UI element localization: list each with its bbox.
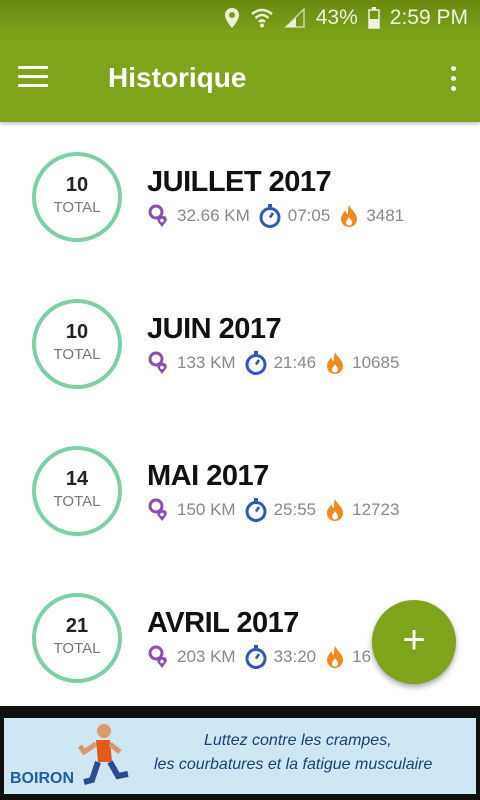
month-stats: 32.66 KM 07:05 3481	[147, 204, 412, 228]
add-icon: +	[402, 618, 426, 662]
battery-icon	[368, 7, 380, 29]
flame-icon	[324, 351, 352, 375]
month-title: AVRIL 2017	[147, 607, 299, 639]
distance-value: 32.66 KM	[177, 206, 250, 225]
duration-value: 07:05	[287, 206, 331, 225]
ad-banner-container: Luttez contre les crampes, les courbatur…	[0, 706, 480, 800]
stopwatch-icon	[244, 645, 274, 669]
calories-value: 10685	[352, 353, 400, 372]
month-stats: 133 KM 21:46 10685	[147, 351, 407, 375]
clock: 2:59 PM	[389, 6, 468, 29]
stopwatch-icon	[258, 204, 288, 228]
wifi-icon	[250, 8, 274, 28]
app-bar: Historique	[0, 38, 480, 122]
battery-percent: 43%	[315, 6, 358, 29]
duration-value: 25:55	[273, 500, 317, 519]
list-item[interactable]: 14 TOTAL MAI 2017 150 KM 25:55 12723	[0, 416, 480, 563]
session-count-ring: 10 TOTAL	[32, 299, 122, 389]
month-title: JUILLET 2017	[147, 166, 332, 198]
calories-value: 3481	[366, 206, 405, 225]
duration-value: 21:46	[273, 353, 317, 372]
session-count-ring: 14 TOTAL	[32, 446, 122, 536]
status-icons: 43% 2:59 PM	[224, 6, 468, 30]
distance-icon	[147, 351, 177, 375]
signal-icon	[283, 8, 306, 28]
session-count-label: TOTAL	[53, 199, 101, 216]
session-count: 21	[65, 615, 89, 637]
distance-icon	[147, 498, 177, 522]
list-item[interactable]: 10 TOTAL JUIN 2017 133 KM 21:46 10685	[0, 269, 480, 416]
session-count-ring: 21 TOTAL	[32, 593, 122, 683]
status-bar: 43% 2:59 PM	[0, 0, 480, 38]
month-stats: 150 KM 25:55 12723	[147, 498, 407, 522]
month-title: JUIN 2017	[147, 313, 282, 345]
stopwatch-icon	[244, 498, 274, 522]
flame-icon	[324, 498, 352, 522]
ad-line-1: Luttez contre les crampes,	[204, 732, 392, 749]
menu-icon[interactable]	[18, 66, 48, 90]
session-count: 10	[65, 174, 89, 196]
page-title: Historique	[108, 62, 247, 93]
ad-line-2: les courbatures et la fatigue musculaire	[154, 756, 433, 773]
distance-value: 133 KM	[177, 353, 236, 372]
session-count-ring: 10 TOTAL	[32, 152, 122, 242]
distance-value: 150 KM	[177, 500, 236, 519]
add-button[interactable]: +	[372, 600, 456, 684]
calories-value: 16	[352, 647, 372, 666]
session-count: 10	[65, 321, 89, 343]
calories-value: 12723	[352, 500, 400, 519]
duration-value: 33:20	[273, 647, 317, 666]
distance-icon	[147, 204, 177, 228]
flame-icon	[338, 204, 366, 228]
stopwatch-icon	[244, 351, 274, 375]
month-title: MAI 2017	[147, 460, 269, 492]
month-stats: 203 KM 33:20 16	[147, 645, 379, 669]
ad-banner[interactable]: Luttez contre les crampes, les courbatur…	[4, 718, 476, 794]
session-count-label: TOTAL	[53, 493, 101, 510]
session-count-label: TOTAL	[53, 640, 101, 657]
distance-value: 203 KM	[177, 647, 236, 666]
session-count-label: TOTAL	[53, 346, 101, 363]
distance-icon	[147, 645, 177, 669]
session-count: 14	[65, 468, 89, 490]
flame-icon	[324, 645, 352, 669]
location-icon	[224, 7, 240, 29]
more-options-icon[interactable]	[448, 66, 458, 96]
list-item[interactable]: 10 TOTAL JUILLET 2017 32.66 KM 07:05 348…	[0, 122, 480, 269]
ad-brand-logo: BOIRON	[10, 770, 74, 787]
